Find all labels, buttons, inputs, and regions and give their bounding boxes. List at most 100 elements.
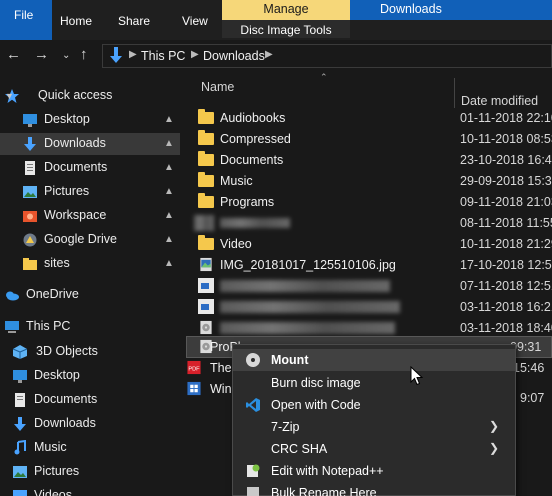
menu-item-open-with-code[interactable]: Open with Code [233, 394, 515, 416]
documents-icon [15, 393, 25, 407]
menu-item-label: 7-Zip [271, 420, 300, 434]
file-name: Video [220, 237, 252, 251]
redacted-file-name [220, 301, 400, 313]
documents-icon [25, 161, 35, 175]
menu-item-7-zip[interactable]: 7-Zip ❯ [233, 416, 515, 438]
nav-item-label: Downloads [34, 416, 96, 430]
disc-icon [246, 353, 260, 367]
table-row[interactable]: Documents 23-10-2018 16:46 [180, 150, 552, 171]
table-row[interactable]: IMG_20181017_125510106.jpg 17-10-2018 12… [180, 255, 552, 276]
music-note-icon [14, 440, 26, 455]
video-icon [13, 490, 27, 496]
table-row-redacted[interactable]: 08-11-2018 11:55 [180, 213, 552, 234]
table-row[interactable]: Music 29-09-2018 15:33 [180, 171, 552, 192]
table-row-redacted[interactable]: 03-11-2018 16:21 [180, 297, 552, 318]
word-document-icon [198, 278, 214, 293]
pin-icon[interactable]: ▲ [164, 114, 174, 126]
folder-icon [198, 235, 214, 250]
table-row-redacted[interactable]: 07-11-2018 12:51 [180, 276, 552, 297]
pin-icon[interactable]: ▲ [164, 258, 174, 270]
file-date: 08-11-2018 11:55 [460, 216, 552, 230]
pin-icon[interactable]: ▲ [164, 162, 174, 174]
pin-icon[interactable]: ▲ [164, 186, 174, 198]
menu-item-edit-with-notepad[interactable]: Edit with Notepad++ [233, 460, 515, 482]
file-date: 03-11-2018 16:21 [460, 300, 552, 314]
nav-item-label: This PC [26, 319, 71, 333]
nav-item-label: Pictures [44, 184, 90, 198]
breadcrumb-downloads[interactable]: Downloads [203, 49, 265, 63]
folder-icon [198, 151, 214, 166]
pin-icon[interactable]: ▲ [164, 138, 174, 150]
expand-chevron-icon[interactable]: ▼ [5, 91, 14, 101]
computer-icon [5, 321, 19, 333]
breadcrumb-this-pc[interactable]: This PC [141, 49, 185, 63]
folder-icon [198, 193, 214, 208]
folder-icon [23, 258, 37, 270]
nav-item-label: Quick access [38, 88, 113, 102]
table-row[interactable]: Video 10-11-2018 21:29 [180, 234, 552, 255]
nav-item-label: 3D Objects [36, 344, 98, 358]
word-document-icon [198, 299, 214, 314]
menu-item-label: CRC SHA [271, 442, 328, 456]
menu-item-crc-sha[interactable]: CRC SHA ❯ [233, 438, 515, 460]
pictures-icon [23, 186, 37, 198]
address-bar[interactable]: ▶ This PC ▶ Downloads ▶ [102, 44, 552, 68]
recent-chevron-icon[interactable]: ⌄ [62, 50, 70, 61]
tab-view[interactable]: View [182, 14, 208, 28]
breadcrumb-separator-icon: ▶ [265, 49, 273, 60]
file-date: 10-11-2018 08:53 [460, 132, 552, 146]
nav-item-label: Documents [44, 160, 108, 174]
nav-item-label: Pictures [34, 464, 80, 478]
pin-icon[interactable]: ▲ [164, 210, 174, 222]
redacted-icon [194, 215, 214, 231]
up-arrow-icon[interactable]: ↑ [80, 46, 88, 63]
windows-disc-icon [187, 381, 201, 396]
menu-item-label: Burn disc image [271, 376, 361, 390]
file-name: Music [220, 174, 253, 188]
back-arrow-icon[interactable]: ← [6, 46, 21, 63]
menu-item-label: Mount [271, 353, 309, 367]
column-separator[interactable] [454, 78, 455, 108]
file-name: Audiobooks [220, 111, 286, 125]
disc-image-icon [200, 320, 212, 335]
tab-file[interactable]: File [0, 0, 52, 40]
folder-icon [198, 130, 214, 145]
download-arrow-icon [24, 137, 36, 151]
navigation-pane: Quick access ▼ Desktop ▲ Downloads ▲ Doc… [0, 72, 180, 496]
menu-item-label: Open with Code [271, 398, 361, 412]
column-header-name[interactable]: Name [201, 80, 234, 94]
file-name: Compressed [220, 132, 291, 146]
folder-icon [198, 172, 214, 187]
context-menu: Mount Burn disc image Open with Code 7-Z… [232, 344, 516, 496]
menu-item-mount[interactable]: Mount [233, 349, 515, 371]
file-date: 09-11-2018 21:03 [460, 195, 552, 209]
file-date: 29-09-2018 15:33 [460, 174, 552, 188]
cloud-icon [6, 291, 19, 301]
table-row[interactable]: Compressed 10-11-2018 08:53 [180, 129, 552, 150]
menu-item-burn-disc-image[interactable]: Burn disc image [233, 372, 515, 394]
tab-home[interactable]: Home [60, 14, 92, 28]
nav-item-label: Desktop [34, 368, 80, 382]
file-date: 23-10-2018 16:46 [460, 153, 552, 167]
menu-item-label: Edit with Notepad++ [271, 464, 384, 478]
table-row[interactable]: Audiobooks 01-11-2018 22:10 [180, 108, 552, 129]
column-header-date-modified[interactable]: Date modified [461, 94, 538, 108]
folder-icon [198, 109, 214, 124]
tab-disc-image-tools[interactable]: Disc Image Tools [222, 20, 350, 40]
nav-item-label: Videos [34, 488, 72, 496]
tab-manage[interactable]: Manage [222, 0, 350, 20]
nav-item-label: Music [34, 440, 67, 454]
file-date: 10-11-2018 21:29 [460, 237, 552, 251]
tab-share[interactable]: Share [118, 14, 150, 28]
forward-arrow-icon[interactable]: → [34, 46, 49, 63]
redacted-file-name [220, 218, 290, 228]
table-row[interactable]: Programs 09-11-2018 21:03 [180, 192, 552, 213]
redacted-file-name [220, 322, 395, 334]
pin-icon[interactable]: ▲ [164, 234, 174, 246]
nav-item-label: Workspace [44, 208, 107, 222]
pictures-icon [13, 466, 27, 478]
bulk-rename-icon [247, 487, 259, 496]
notepad-plus-icon [247, 464, 260, 477]
menu-item-bulk-rename-here[interactable]: Bulk Rename Here [233, 482, 515, 496]
nav-item-label: Downloads [44, 136, 106, 150]
